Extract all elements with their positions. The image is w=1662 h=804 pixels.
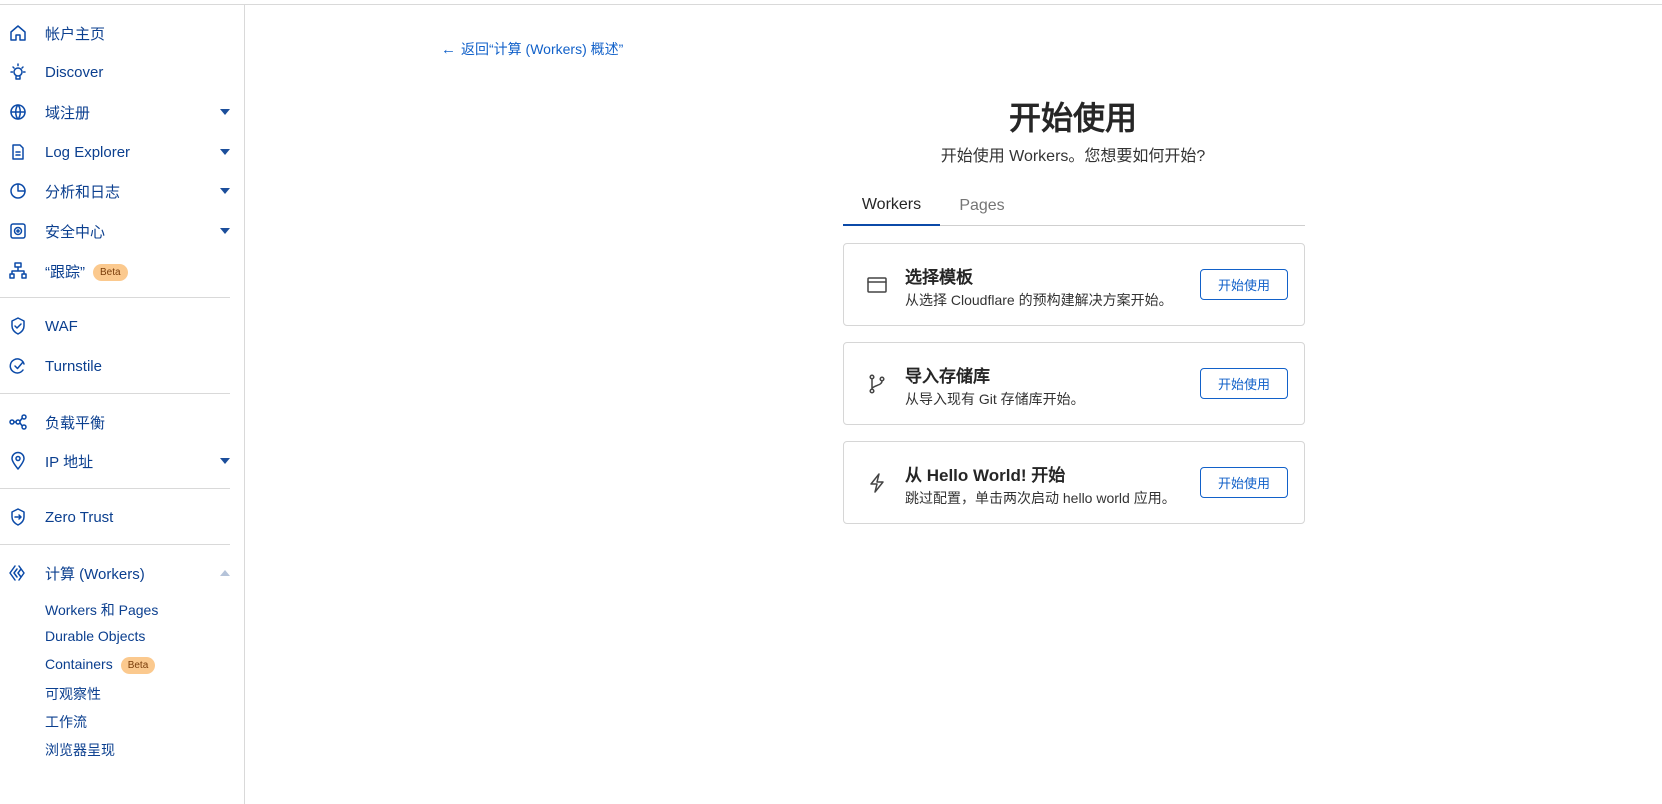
lightning-icon bbox=[866, 472, 888, 494]
get-started-button[interactable]: 开始使用 bbox=[1200, 368, 1288, 399]
sidebar-item-label: “跟踪” Beta bbox=[45, 261, 128, 282]
sidebar-item-label: 安全中心 bbox=[45, 223, 106, 241]
git-branch-icon bbox=[866, 373, 888, 395]
card-description: 跳过配置，单击两次启动 hello world 应用。 bbox=[905, 490, 1176, 506]
pie-chart-icon bbox=[8, 181, 28, 201]
load-balancer-icon bbox=[8, 412, 28, 432]
sidebar-item-compute-workers[interactable]: 计算 (Workers) bbox=[0, 555, 230, 591]
sidebar-divider bbox=[0, 297, 230, 298]
sidebar-subitem-observability[interactable]: 可观察性 bbox=[45, 684, 101, 704]
card-description: 从导入现有 Git 存储库开始。 bbox=[905, 391, 1085, 407]
waf-shield-icon bbox=[8, 316, 28, 336]
sidebar: 帐户主页 Discover 域注册 Log Explorer 分析和日志 安全中… bbox=[0, 5, 245, 804]
globe-icon bbox=[8, 102, 28, 122]
page-title: 开始使用 bbox=[1008, 100, 1137, 136]
beta-badge: Beta bbox=[120, 656, 156, 674]
get-started-button[interactable]: 开始使用 bbox=[1200, 269, 1288, 300]
sidebar-item-label: 帐户主页 bbox=[45, 25, 106, 43]
sidebar-item-label: IP 地址 bbox=[45, 453, 94, 471]
sidebar-item-account-home[interactable]: 帐户主页 bbox=[0, 15, 230, 51]
sidebar-item-label: Discover bbox=[45, 63, 104, 81]
chevron-down-icon[interactable] bbox=[220, 228, 230, 234]
sidebar-item-zero-trust[interactable]: Zero Trust bbox=[0, 499, 230, 535]
get-started-button[interactable]: 开始使用 bbox=[1200, 467, 1288, 498]
lightbulb-icon bbox=[8, 62, 28, 82]
sidebar-item-label: Zero Trust bbox=[45, 508, 114, 526]
location-pin-icon bbox=[8, 451, 28, 471]
sidebar-divider bbox=[0, 393, 230, 394]
log-document-icon bbox=[8, 142, 28, 162]
sidebar-item-label: 负载平衡 bbox=[45, 414, 106, 432]
trace-tree-icon bbox=[8, 261, 28, 281]
sidebar-item-label: 域注册 bbox=[45, 104, 91, 122]
card-title: 从 Hello World! 开始 bbox=[905, 466, 1066, 485]
sidebar-subitem-browser-rendering[interactable]: 浏览器呈现 bbox=[45, 740, 115, 760]
sidebar-item-log-explorer[interactable]: Log Explorer bbox=[0, 134, 230, 170]
arrow-left-icon: ← bbox=[441, 40, 456, 58]
sidebar-divider bbox=[0, 488, 230, 489]
sidebar-item-waf[interactable]: WAF bbox=[0, 308, 230, 344]
sidebar-subitem-durable-objects[interactable]: Durable Objects bbox=[45, 628, 145, 644]
back-link-label: 返回“计算 (Workers) 概述” bbox=[461, 41, 624, 57]
sidebar-item-analytics-logs[interactable]: 分析和日志 bbox=[0, 173, 230, 209]
card-select-template: 选择模板 从选择 Cloudflare 的预构建解决方案开始。 开始使用 bbox=[843, 243, 1305, 326]
sidebar-item-label: Turnstile bbox=[45, 357, 102, 375]
sidebar-item-load-balancing[interactable]: 负载平衡 bbox=[0, 404, 230, 440]
sidebar-item-label: Log Explorer bbox=[45, 143, 131, 161]
home-icon bbox=[8, 23, 28, 43]
sidebar-item-domain-registration[interactable]: 域注册 bbox=[0, 94, 230, 130]
chevron-down-icon[interactable] bbox=[220, 109, 230, 115]
security-center-icon bbox=[8, 221, 28, 241]
sidebar-divider bbox=[0, 544, 230, 545]
sidebar-item-discover[interactable]: Discover bbox=[0, 54, 230, 90]
zero-trust-icon bbox=[8, 507, 28, 527]
sidebar-item-turnstile[interactable]: Turnstile bbox=[0, 348, 230, 384]
card-description: 从选择 Cloudflare 的预构建解决方案开始。 bbox=[905, 292, 1173, 308]
workers-icon bbox=[8, 563, 28, 583]
browser-window-icon bbox=[866, 274, 888, 296]
sidebar-item-trace[interactable]: “跟踪” Beta bbox=[0, 253, 230, 289]
turnstile-check-icon bbox=[8, 356, 28, 376]
sidebar-subitem-workflows[interactable]: 工作流 bbox=[45, 712, 87, 732]
sidebar-item-label: 计算 (Workers) bbox=[45, 565, 145, 583]
chevron-down-icon[interactable] bbox=[220, 188, 230, 194]
chevron-up-icon[interactable] bbox=[220, 570, 230, 576]
page-subtitle: 开始使用 Workers。您想要如何开始? bbox=[940, 148, 1206, 165]
card-title: 导入存储库 bbox=[905, 367, 990, 386]
tab-bar: Workers Pages bbox=[843, 186, 1305, 226]
chevron-down-icon[interactable] bbox=[220, 458, 230, 464]
chevron-down-icon[interactable] bbox=[220, 149, 230, 155]
top-border bbox=[0, 4, 1662, 5]
sidebar-item-label: 分析和日志 bbox=[45, 183, 121, 201]
tab-pages[interactable]: Pages bbox=[941, 186, 1023, 226]
sidebar-item-ip-address[interactable]: IP 地址 bbox=[0, 443, 230, 479]
card-title: 选择模板 bbox=[905, 268, 973, 287]
sidebar-item-security-center[interactable]: 安全中心 bbox=[0, 213, 230, 249]
sidebar-subitem-workers-pages[interactable]: Workers 和 Pages bbox=[45, 600, 158, 620]
beta-badge: Beta bbox=[93, 264, 128, 282]
back-link[interactable]: ← 返回“计算 (Workers) 概述” bbox=[441, 39, 623, 59]
sidebar-subitem-containers[interactable]: Containers Beta bbox=[45, 656, 156, 674]
tab-workers[interactable]: Workers bbox=[843, 186, 940, 226]
card-hello-world: 从 Hello World! 开始 跳过配置，单击两次启动 hello worl… bbox=[843, 441, 1305, 524]
sidebar-item-label: WAF bbox=[45, 317, 78, 335]
card-import-repository: 导入存储库 从导入现有 Git 存储库开始。 开始使用 bbox=[843, 342, 1305, 425]
